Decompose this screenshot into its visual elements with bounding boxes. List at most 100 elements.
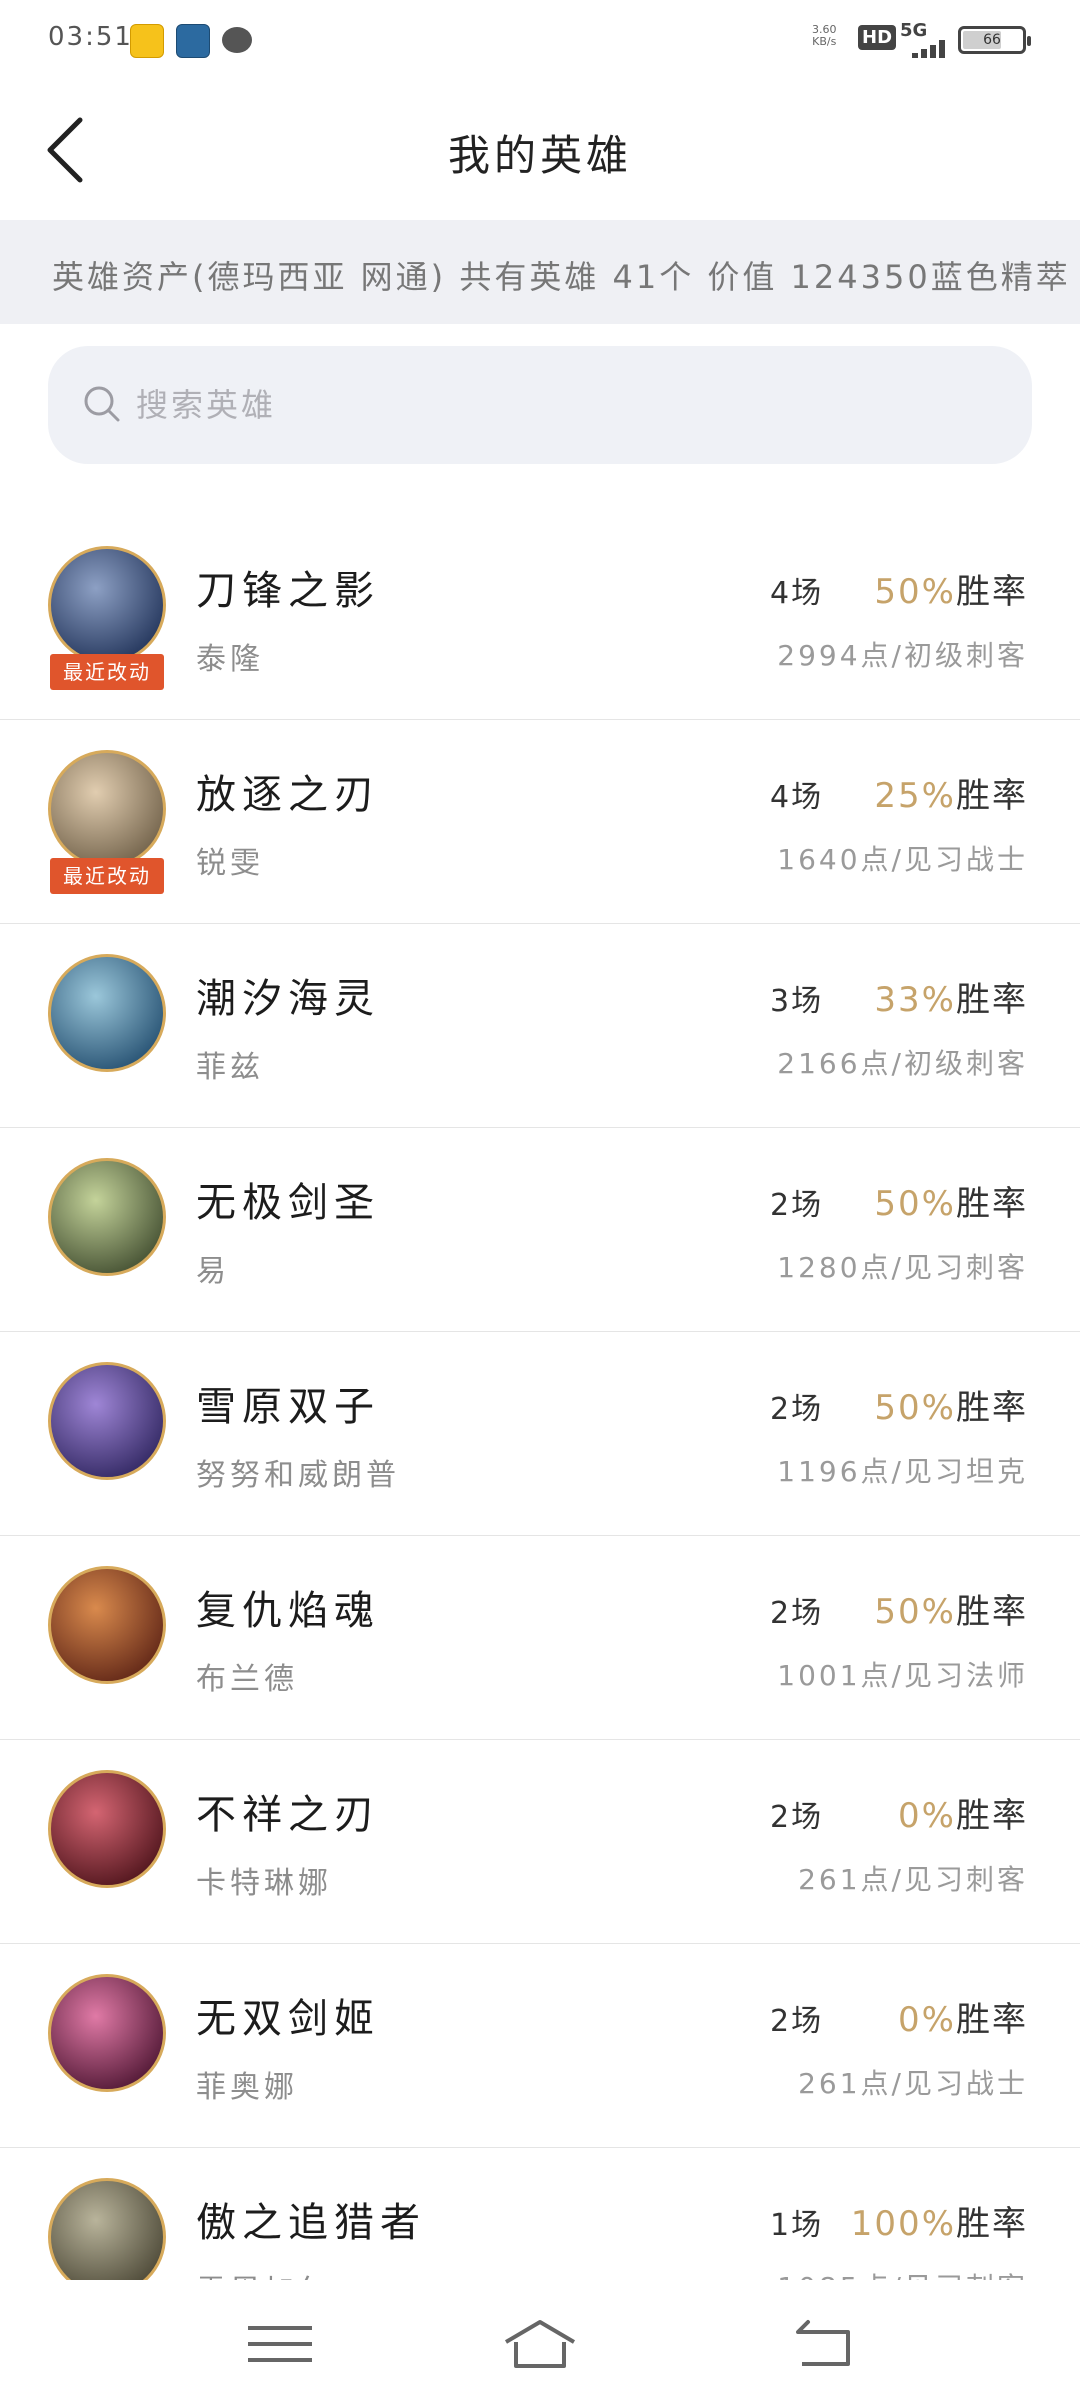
- status-bar: 03:51 3.60 KB/s HD 5G 66: [0, 0, 1080, 80]
- hero-avatar: [48, 1362, 166, 1480]
- hero-value: 1280点/见习刺客: [777, 1251, 1028, 1284]
- system-back-button[interactable]: [782, 2310, 862, 2380]
- battery-text: 66: [983, 32, 1001, 48]
- hero-name: 无双剑姬: [196, 1996, 380, 2042]
- menu-button[interactable]: [240, 2310, 320, 2380]
- hero-list-item[interactable]: 无双剑姬 菲奥娜 2场 0%胜率 261点/见习战士: [0, 1944, 1080, 2148]
- games-played: 4场: [770, 780, 824, 815]
- hero-avatar-wrap: [48, 954, 166, 1072]
- win-rate-label: 胜率: [956, 1388, 1028, 1428]
- game-notification-icon: [176, 24, 210, 58]
- hero-list-item[interactable]: 最近改动 放逐之刃 锐雯 4场 25%胜率 1640点/见习战士: [0, 720, 1080, 924]
- system-nav-bar: [0, 2280, 1080, 2408]
- signal-icon: [912, 40, 948, 58]
- win-rate-percent: 50%: [874, 1388, 956, 1428]
- champion-name: 雷恩加尔: [196, 2266, 332, 2280]
- champion-name: 易: [196, 1254, 230, 1289]
- hero-name: 不祥之刃: [196, 1792, 380, 1838]
- hero-value: 261点/见习刺客: [798, 1863, 1028, 1896]
- network-type: 5G: [900, 20, 928, 41]
- hero-avatar-wrap: 最近改动: [48, 546, 166, 690]
- win-rate-percent: 50%: [874, 1592, 956, 1632]
- win-rate: 50%胜率: [874, 1176, 1028, 1225]
- hero-avatar: [48, 2178, 166, 2280]
- win-rate-percent: 25%: [874, 776, 956, 816]
- network-speed: 3.60 KB/s: [812, 23, 837, 48]
- win-rate-label: 胜率: [956, 776, 1028, 816]
- hero-avatar-wrap: [48, 1566, 166, 1684]
- win-rate-label: 胜率: [956, 572, 1028, 612]
- win-rate-label: 胜率: [956, 2204, 1028, 2244]
- champion-name: 卡特琳娜: [196, 1866, 332, 1901]
- win-rate-percent: 0%: [898, 2000, 956, 2040]
- hero-avatar: [48, 750, 166, 868]
- win-rate-label: 胜率: [956, 1184, 1028, 1224]
- hero-name: 复仇焰魂: [196, 1588, 380, 1634]
- search-input[interactable]: [134, 378, 998, 432]
- champion-name: 泰隆: [196, 642, 264, 677]
- hero-name: 傲之追猎者: [196, 2200, 426, 2246]
- hero-avatar: [48, 1566, 166, 1684]
- win-rate-label: 胜率: [956, 1592, 1028, 1632]
- win-rate-percent: 0%: [898, 1796, 956, 1836]
- hero-list-item[interactable]: 傲之追猎者 雷恩加尔 1场 100%胜率 1085点/见习刺客: [0, 2148, 1080, 2280]
- hero-list-item[interactable]: 不祥之刃 卡特琳娜 2场 0%胜率 261点/见习刺客: [0, 1740, 1080, 1944]
- win-rate: 33%胜率: [874, 972, 1028, 1021]
- win-rate-label: 胜率: [956, 980, 1028, 1020]
- hero-value: 1085点/见习刺客: [777, 2266, 1028, 2280]
- hero-value: 1640点/见习战士: [777, 843, 1028, 876]
- hd-icon: HD: [858, 25, 897, 50]
- hero-value: 1001点/见习法师: [777, 1659, 1028, 1692]
- recent-change-badge: 最近改动: [50, 654, 164, 690]
- hero-list-item[interactable]: 最近改动 刀锋之影 泰隆 4场 50%胜率 2994点/初级刺客: [0, 516, 1080, 720]
- home-button[interactable]: [500, 2310, 580, 2380]
- hero-list-item[interactable]: 雪原双子 努努和威朗普 2场 50%胜率 1196点/见习坦克: [0, 1332, 1080, 1536]
- champion-name: 布兰德: [196, 1662, 298, 1697]
- hero-list: 最近改动 刀锋之影 泰隆 4场 50%胜率 2994点/初级刺客 最近改动 放逐…: [0, 516, 1080, 2280]
- home-icon: [504, 2320, 576, 2368]
- win-rate: 50%胜率: [874, 564, 1028, 613]
- win-rate: 25%胜率: [874, 768, 1028, 817]
- games-played: 2场: [770, 1596, 824, 1631]
- search-icon: [84, 386, 120, 422]
- games-played: 4场: [770, 576, 824, 611]
- chat-notification-icon: [222, 27, 252, 53]
- win-rate-percent: 50%: [874, 572, 956, 612]
- battery-icon: 66: [958, 26, 1031, 54]
- search-box[interactable]: [48, 346, 1032, 464]
- win-rate: 100%胜率: [851, 2196, 1028, 2245]
- hero-avatar: [48, 546, 166, 664]
- menu-icon: [248, 2326, 312, 2362]
- hero-value: 1196点/见习坦克: [777, 1455, 1028, 1488]
- hero-avatar-wrap: [48, 1158, 166, 1276]
- hero-avatar-wrap: 最近改动: [48, 750, 166, 894]
- hero-avatar-wrap: [48, 1974, 166, 2092]
- hero-value: 261点/见习战士: [798, 2067, 1028, 2100]
- hero-value: 2994点/初级刺客: [777, 639, 1028, 672]
- games-played: 2场: [770, 2004, 824, 2039]
- hero-name: 放逐之刃: [196, 772, 380, 818]
- hero-avatar: [48, 954, 166, 1072]
- games-played: 2场: [770, 1188, 824, 1223]
- win-rate-label: 胜率: [956, 1796, 1028, 1836]
- hero-avatar: [48, 1974, 166, 2092]
- hero-list-item[interactable]: 潮汐海灵 菲兹 3场 33%胜率 2166点/初级刺客: [0, 924, 1080, 1128]
- hero-avatar: [48, 1158, 166, 1276]
- hero-avatar-wrap: [48, 1362, 166, 1480]
- hero-list-item[interactable]: 复仇焰魂 布兰德 2场 50%胜率 1001点/见习法师: [0, 1536, 1080, 1740]
- games-played: 2场: [770, 1800, 824, 1835]
- win-rate-percent: 50%: [874, 1184, 956, 1224]
- hero-name: 雪原双子: [196, 1384, 380, 1430]
- champion-name: 锐雯: [196, 846, 264, 881]
- app-notification-icon: [130, 24, 164, 58]
- win-rate-percent: 100%: [850, 2204, 956, 2244]
- recent-change-badge: 最近改动: [50, 858, 164, 894]
- champion-name: 努努和威朗普: [196, 1458, 400, 1493]
- hero-list-item[interactable]: 无极剑圣 易 2场 50%胜率 1280点/见习刺客: [0, 1128, 1080, 1332]
- hero-value: 2166点/初级刺客: [777, 1047, 1028, 1080]
- hero-avatar: [48, 1770, 166, 1888]
- games-played: 3场: [770, 984, 824, 1019]
- games-played: 1场: [770, 2208, 824, 2243]
- hero-name: 无极剑圣: [196, 1180, 380, 1226]
- status-time: 03:51: [48, 22, 133, 52]
